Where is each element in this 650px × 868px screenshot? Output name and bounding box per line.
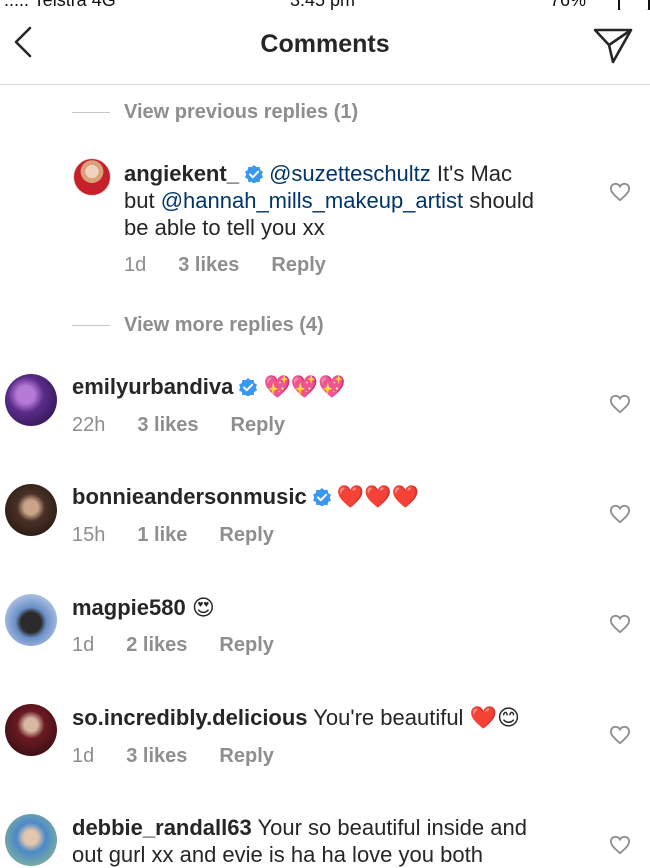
mention-link[interactable]: @suzetteschultz xyxy=(269,161,431,186)
view-more-replies-link[interactable]: View more replies (4) xyxy=(124,314,324,337)
comment-time: 15h xyxy=(72,524,106,546)
comment-meta: 15h 1 like Reply xyxy=(72,524,306,547)
comment-meta: 1d 2 likes Reply xyxy=(72,634,306,657)
comment-time: 1d xyxy=(124,254,147,276)
comment-text: but xyxy=(124,188,161,213)
comment-text: Your so beautiful inside and xyxy=(251,815,527,840)
comment-username[interactable]: magpie580 xyxy=(72,595,186,620)
battery-percent: 76% xyxy=(550,0,587,10)
page-title: Comments xyxy=(260,30,390,58)
paper-plane-icon xyxy=(593,28,633,64)
comment-username[interactable]: angiekent_ xyxy=(124,161,239,186)
comment-text: should xyxy=(463,188,535,213)
avatar[interactable] xyxy=(5,594,57,646)
comment-text: It's Mac xyxy=(430,161,513,186)
reply-button[interactable]: Reply xyxy=(271,254,325,276)
likes-count[interactable]: 2 likes xyxy=(126,634,187,656)
likes-count[interactable]: 3 likes xyxy=(126,745,187,767)
heart-icon[interactable] xyxy=(609,182,631,202)
comment-body: magpie580 😍 xyxy=(72,594,592,621)
heart-icon[interactable] xyxy=(609,725,631,745)
comment-meta: 1d 3 likes Reply xyxy=(72,745,306,768)
clock: 3:45 pm xyxy=(290,0,356,10)
avatar[interactable] xyxy=(5,704,57,756)
verified-badge-icon xyxy=(239,378,258,396)
comment-body: bonnieandersonmusic ❤️❤️❤️ xyxy=(72,483,592,510)
battery-icon xyxy=(618,0,650,10)
comment-text: You're beautiful ❤️😊 xyxy=(307,705,520,730)
comment-time: 1d xyxy=(72,745,95,767)
comment-text: 💖💖💖 xyxy=(263,374,346,399)
avatar[interactable] xyxy=(5,484,57,536)
avatar[interactable] xyxy=(5,814,57,866)
avatar[interactable] xyxy=(73,158,111,196)
comment-meta: 22h 3 likes Reply xyxy=(72,414,317,437)
verified-badge-icon xyxy=(312,488,331,506)
comment-time: 1d xyxy=(72,634,95,656)
status-bar: ..... Telstra 4G 3:45 pm 76% xyxy=(0,0,650,10)
comment-text: ❤️❤️❤️ xyxy=(336,484,420,509)
heart-icon[interactable] xyxy=(609,835,631,855)
comment-body: angiekent_ @suzetteschultz It's Mac but … xyxy=(124,160,584,241)
comment-username[interactable]: emilyurbandiva xyxy=(72,374,233,399)
comment-text: out gurl xx and evie is ha ha love you b… xyxy=(72,842,483,867)
avatar[interactable] xyxy=(5,374,57,426)
replies-divider xyxy=(72,112,110,113)
comment-body: debbie_randall63 Your so beautiful insid… xyxy=(72,814,612,868)
likes-count[interactable]: 3 likes xyxy=(178,254,239,276)
verified-badge-icon xyxy=(244,165,263,183)
reply-button[interactable]: Reply xyxy=(219,524,273,546)
reply-button[interactable]: Reply xyxy=(231,414,285,436)
comment-meta: 1d 3 likes Reply xyxy=(124,254,358,277)
share-button[interactable] xyxy=(592,24,634,66)
comment-text: be able to tell you xx xyxy=(124,215,325,240)
comment-body: emilyurbandiva 💖💖💖 xyxy=(72,373,592,400)
heart-icon[interactable] xyxy=(609,614,631,634)
mention-link[interactable]: @hannah_mills_makeup_artist xyxy=(161,188,463,213)
comment-username[interactable]: debbie_randall63 xyxy=(72,815,252,840)
heart-icon[interactable] xyxy=(609,504,631,524)
comment-username[interactable]: so.incredibly.delicious xyxy=(72,705,308,730)
comment-text: 😍 xyxy=(191,595,215,620)
likes-count[interactable]: 1 like xyxy=(137,524,187,546)
comment-time: 22h xyxy=(72,414,106,436)
heart-icon[interactable] xyxy=(609,394,631,414)
view-previous-replies-link[interactable]: View previous replies (1) xyxy=(124,101,358,124)
reply-button[interactable]: Reply xyxy=(219,745,273,767)
header-bar: Comments xyxy=(0,10,650,85)
reply-button[interactable]: Reply xyxy=(219,634,273,656)
comment-body: so.incredibly.delicious You're beautiful… xyxy=(72,704,592,731)
carrier-label: ..... Telstra 4G xyxy=(4,0,116,10)
comment-username[interactable]: bonnieandersonmusic xyxy=(72,484,307,509)
replies-divider xyxy=(72,325,110,326)
likes-count[interactable]: 3 likes xyxy=(137,414,198,436)
